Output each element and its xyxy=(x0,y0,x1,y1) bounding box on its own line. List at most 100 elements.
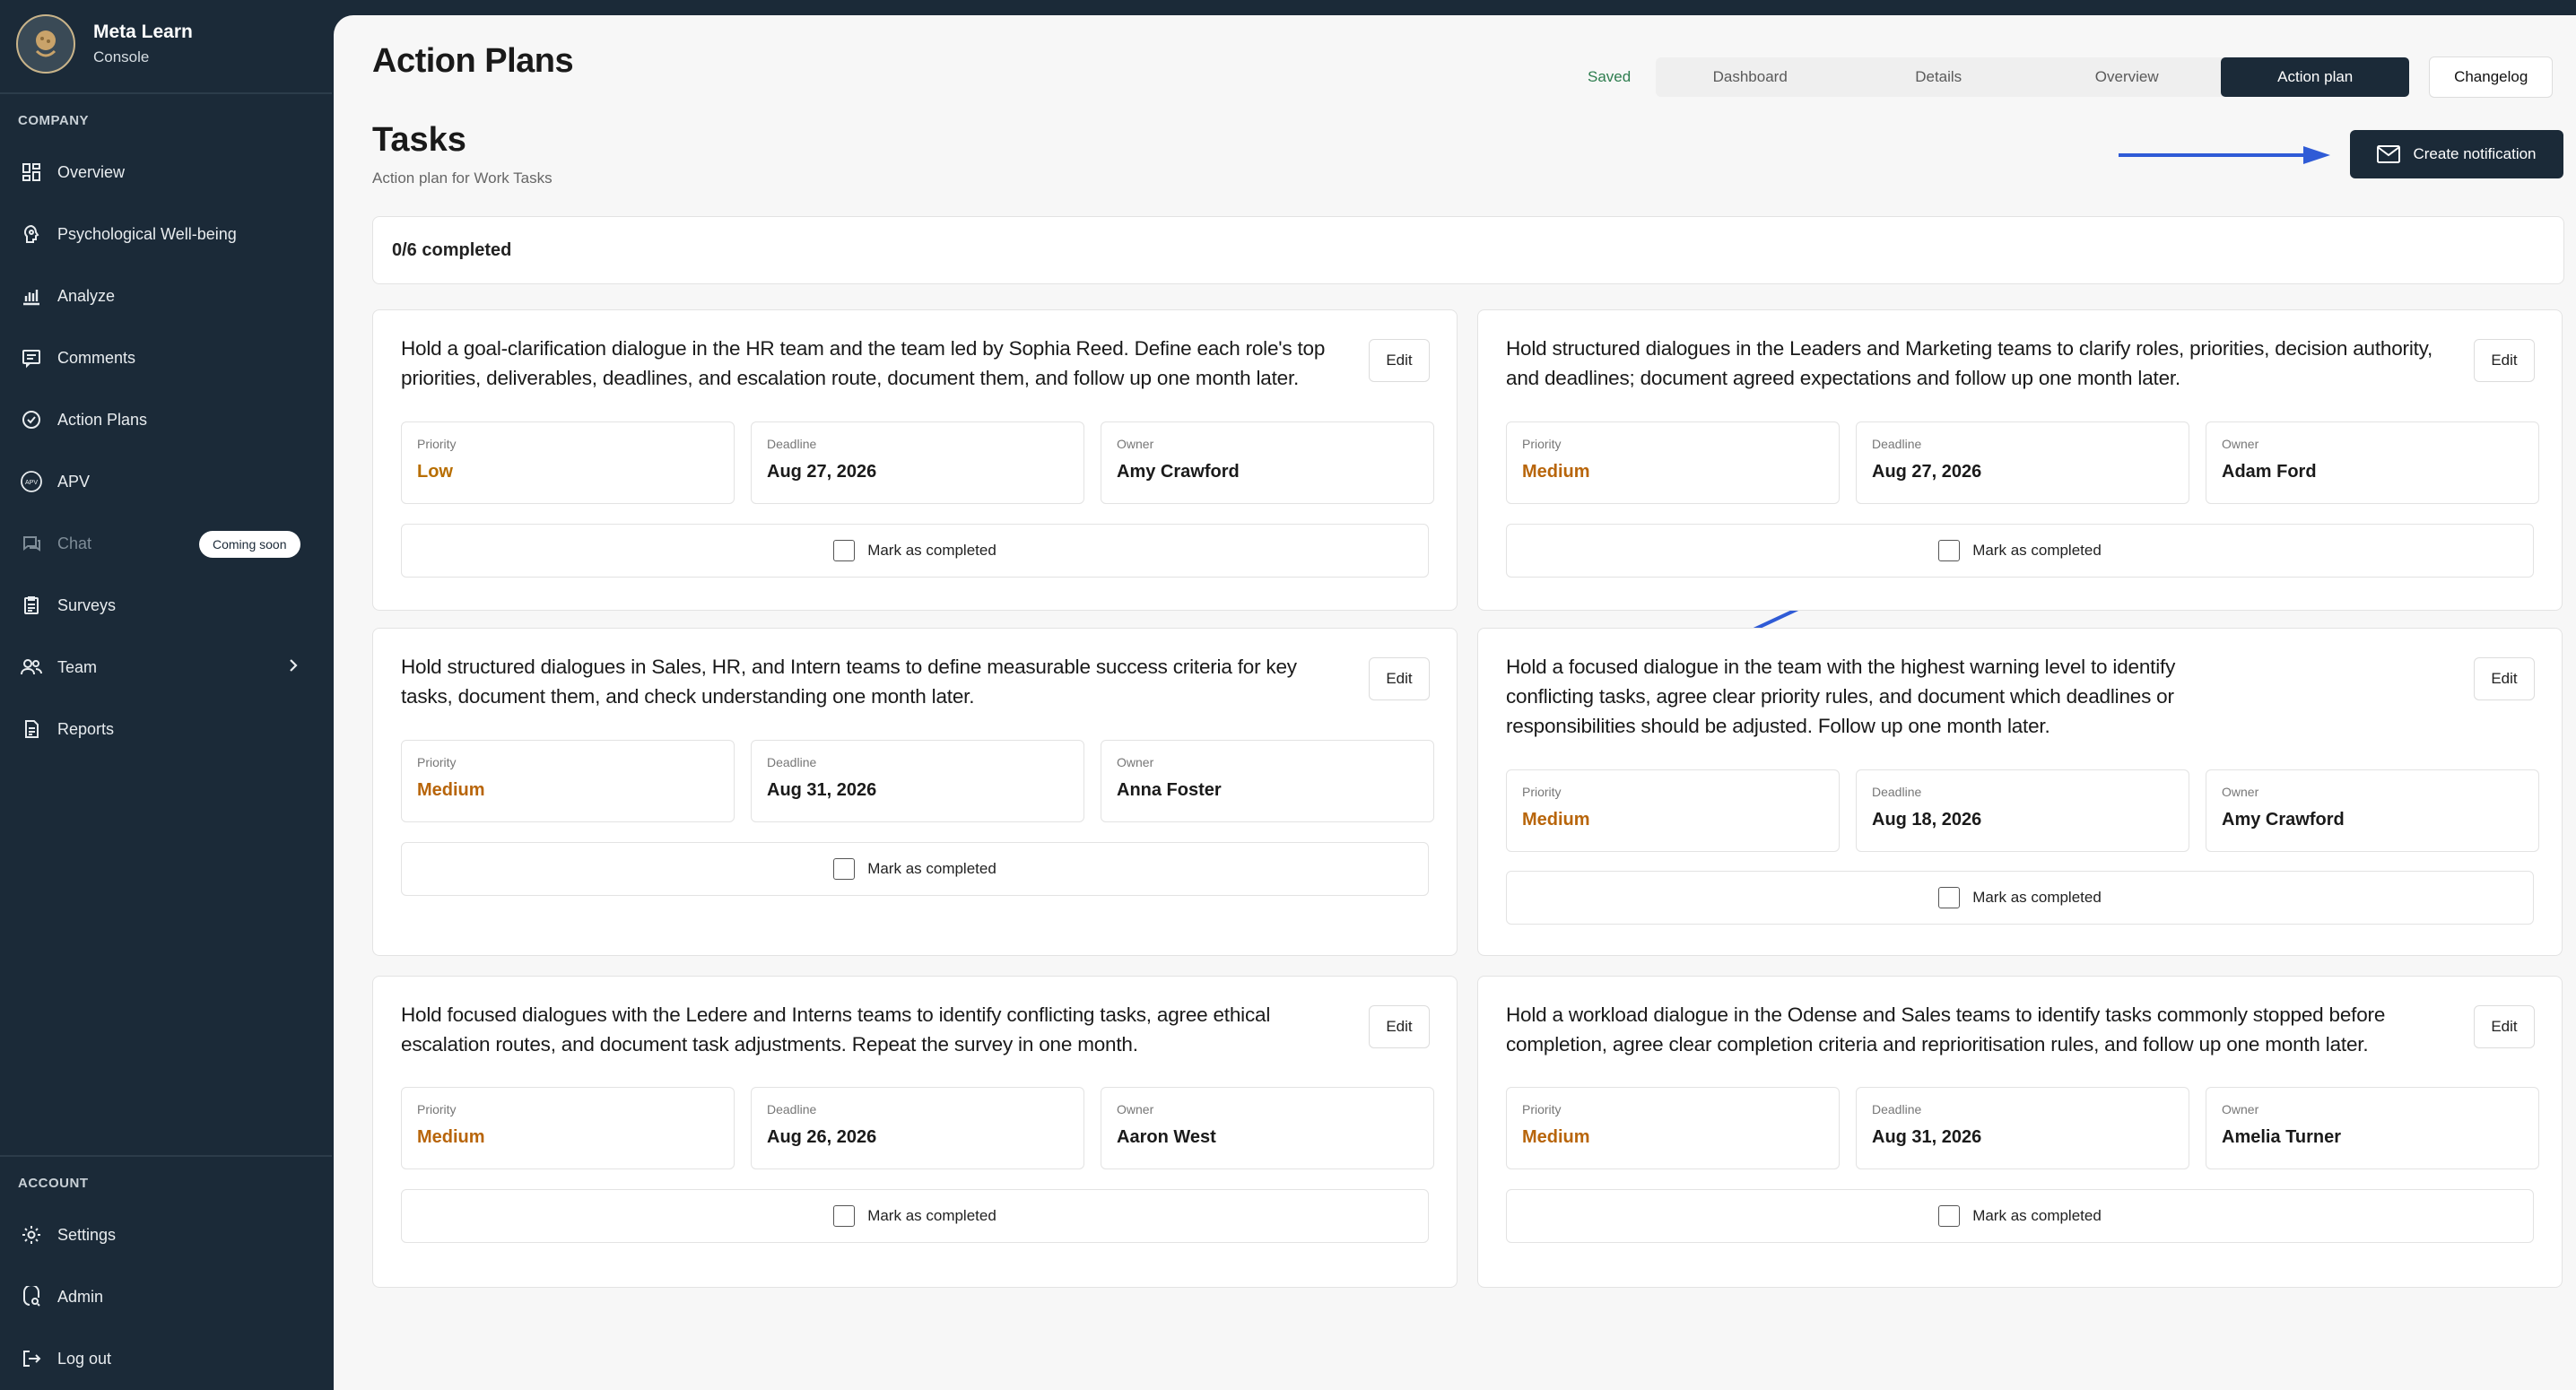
check-circle-icon xyxy=(18,406,45,433)
sidebar-item-settings[interactable]: Settings xyxy=(18,1215,314,1255)
edit-button[interactable]: Edit xyxy=(1369,657,1430,700)
sidebar-item-admin[interactable]: Admin xyxy=(18,1277,314,1316)
mark-completed-label: Mark as completed xyxy=(867,1207,996,1224)
brand-name: Meta Learn xyxy=(93,22,193,42)
priority-label: Priority xyxy=(1522,1102,1562,1116)
deadline-label: Deadline xyxy=(1872,437,1922,451)
completed-checkbox[interactable] xyxy=(1938,540,1961,561)
mark-completed-toggle[interactable]: Mark as completed xyxy=(401,524,1429,578)
mark-completed-label: Mark as completed xyxy=(1972,889,2102,906)
section-title: Tasks xyxy=(372,121,466,159)
edit-button[interactable]: Edit xyxy=(1369,339,1430,382)
chevron-right-icon[interactable] xyxy=(287,657,300,678)
svg-text:APV: APV xyxy=(25,480,38,486)
priority-label: Priority xyxy=(417,1102,457,1116)
tab-bar: Saved Dashboard Details Overview Action … xyxy=(1588,56,2554,98)
task-description: Hold a goal-clarification dialogue in th… xyxy=(401,337,1326,389)
priority-value: Medium xyxy=(1522,1127,1590,1147)
tab-group: Dashboard Details Overview Action plan xyxy=(1656,57,2410,97)
brand-logo-icon xyxy=(16,14,75,74)
completed-checkbox[interactable] xyxy=(833,540,856,561)
deadline-value: Aug 27, 2026 xyxy=(1872,462,1982,482)
sidebar-item-overview[interactable]: Overview xyxy=(18,152,314,192)
sidebar-item-surveys[interactable]: Surveys xyxy=(18,586,314,625)
mark-completed-toggle[interactable]: Mark as completed xyxy=(401,1189,1429,1243)
sidebar-item-action-plans[interactable]: Action Plans xyxy=(18,400,314,439)
owner-value: Amy Crawford xyxy=(1117,462,1240,482)
owner-field: Owner Adam Ford xyxy=(2206,421,2539,504)
create-notification-button[interactable]: Create notification xyxy=(2350,130,2563,178)
owner-field: Owner Amy Crawford xyxy=(2206,769,2539,852)
completed-checkbox[interactable] xyxy=(833,1205,856,1227)
priority-value: Medium xyxy=(1522,810,1590,830)
owner-value: Amy Crawford xyxy=(2222,810,2345,830)
progress-summary: 0/6 completed xyxy=(372,216,2564,284)
sidebar-item-team[interactable]: Team xyxy=(18,647,314,687)
deadline-value: Aug 31, 2026 xyxy=(767,780,877,800)
priority-value: Medium xyxy=(417,780,485,800)
task-description: Hold a focused dialogue in the team with… xyxy=(1506,656,2176,737)
sidebar-item-label: Reports xyxy=(57,719,115,738)
changelog-button[interactable]: Changelog xyxy=(2429,56,2554,98)
deadline-field: Deadline Aug 27, 2026 xyxy=(1856,421,2189,504)
users-icon xyxy=(18,654,45,681)
owner-label: Owner xyxy=(1117,437,1154,451)
tab-overview[interactable]: Overview xyxy=(2032,57,2221,97)
deadline-value: Aug 18, 2026 xyxy=(1872,810,1982,830)
dashboard-grid-icon xyxy=(18,159,45,186)
sidebar-item-reports[interactable]: Reports xyxy=(18,709,314,749)
mark-completed-toggle[interactable]: Mark as completed xyxy=(1506,524,2534,578)
mark-completed-toggle[interactable]: Mark as completed xyxy=(1506,871,2534,925)
edit-button[interactable]: Edit xyxy=(2474,1005,2535,1048)
deadline-label: Deadline xyxy=(1872,1102,1922,1116)
sidebar-item-label: Comments xyxy=(57,348,136,367)
section-label-account: ACCOUNT xyxy=(18,1176,89,1191)
sidebar-item-label: Team xyxy=(57,657,98,676)
edit-button[interactable]: Edit xyxy=(2474,657,2535,700)
deadline-field: Deadline Aug 27, 2026 xyxy=(751,421,1084,504)
task-card: Hold focused dialogues with the Ledere a… xyxy=(372,976,1458,1288)
brand[interactable]: Meta Learn Console xyxy=(16,14,193,74)
completed-checkbox[interactable] xyxy=(1938,887,1961,908)
sidebar-item-apv[interactable]: APV APV xyxy=(18,462,314,501)
edit-button[interactable]: Edit xyxy=(2474,339,2535,382)
sidebar-item-logout[interactable]: Log out xyxy=(18,1339,314,1378)
mark-completed-toggle[interactable]: Mark as completed xyxy=(1506,1189,2534,1243)
task-description: Hold structured dialogues in Sales, HR, … xyxy=(401,656,1297,708)
deadline-value: Aug 26, 2026 xyxy=(767,1127,877,1147)
tab-dashboard[interactable]: Dashboard xyxy=(1656,57,1844,97)
deadline-field: Deadline Aug 31, 2026 xyxy=(751,740,1084,822)
priority-label: Priority xyxy=(1522,785,1562,799)
sidebar-item-comments[interactable]: Comments xyxy=(18,338,314,378)
task-card: Hold a workload dialogue in the Odense a… xyxy=(1477,976,2563,1288)
owner-field: Owner Aaron West xyxy=(1101,1087,1434,1169)
owner-value: Amelia Turner xyxy=(2222,1127,2341,1147)
priority-value: Medium xyxy=(1522,462,1590,482)
tab-details[interactable]: Details xyxy=(1844,57,2032,97)
sidebar-item-label: Overview xyxy=(57,162,126,181)
owner-label: Owner xyxy=(1117,1102,1154,1116)
sidebar-item-wellbeing[interactable]: Psychological Well-being xyxy=(18,214,314,254)
mark-completed-label: Mark as completed xyxy=(1972,1207,2102,1224)
completed-checkbox[interactable] xyxy=(833,858,856,880)
apv-badge-icon: APV xyxy=(18,468,45,495)
sidebar-item-label: Action Plans xyxy=(57,410,148,429)
deadline-label: Deadline xyxy=(767,437,817,451)
task-description: Hold structured dialogues in the Leaders… xyxy=(1506,337,2433,389)
completed-checkbox[interactable] xyxy=(1938,1205,1961,1227)
mark-completed-toggle[interactable]: Mark as completed xyxy=(401,842,1429,896)
priority-label: Priority xyxy=(1522,437,1562,451)
sidebar-item-label: Settings xyxy=(57,1225,117,1244)
deadline-field: Deadline Aug 18, 2026 xyxy=(1856,769,2189,852)
task-description: Hold a workload dialogue in the Odense a… xyxy=(1506,1003,2386,1056)
priority-field: Priority Medium xyxy=(401,740,735,822)
tab-action-plan[interactable]: Action plan xyxy=(2221,57,2410,97)
owner-field: Owner Amelia Turner xyxy=(2206,1087,2539,1169)
annotation-arrow xyxy=(2119,146,2330,164)
mark-completed-label: Mark as completed xyxy=(1972,542,2102,559)
sidebar-item-analyze[interactable]: Analyze xyxy=(18,276,314,316)
divider xyxy=(0,1155,332,1157)
priority-label: Priority xyxy=(417,755,457,769)
edit-button[interactable]: Edit xyxy=(1369,1005,1430,1048)
mark-completed-label: Mark as completed xyxy=(867,542,996,559)
